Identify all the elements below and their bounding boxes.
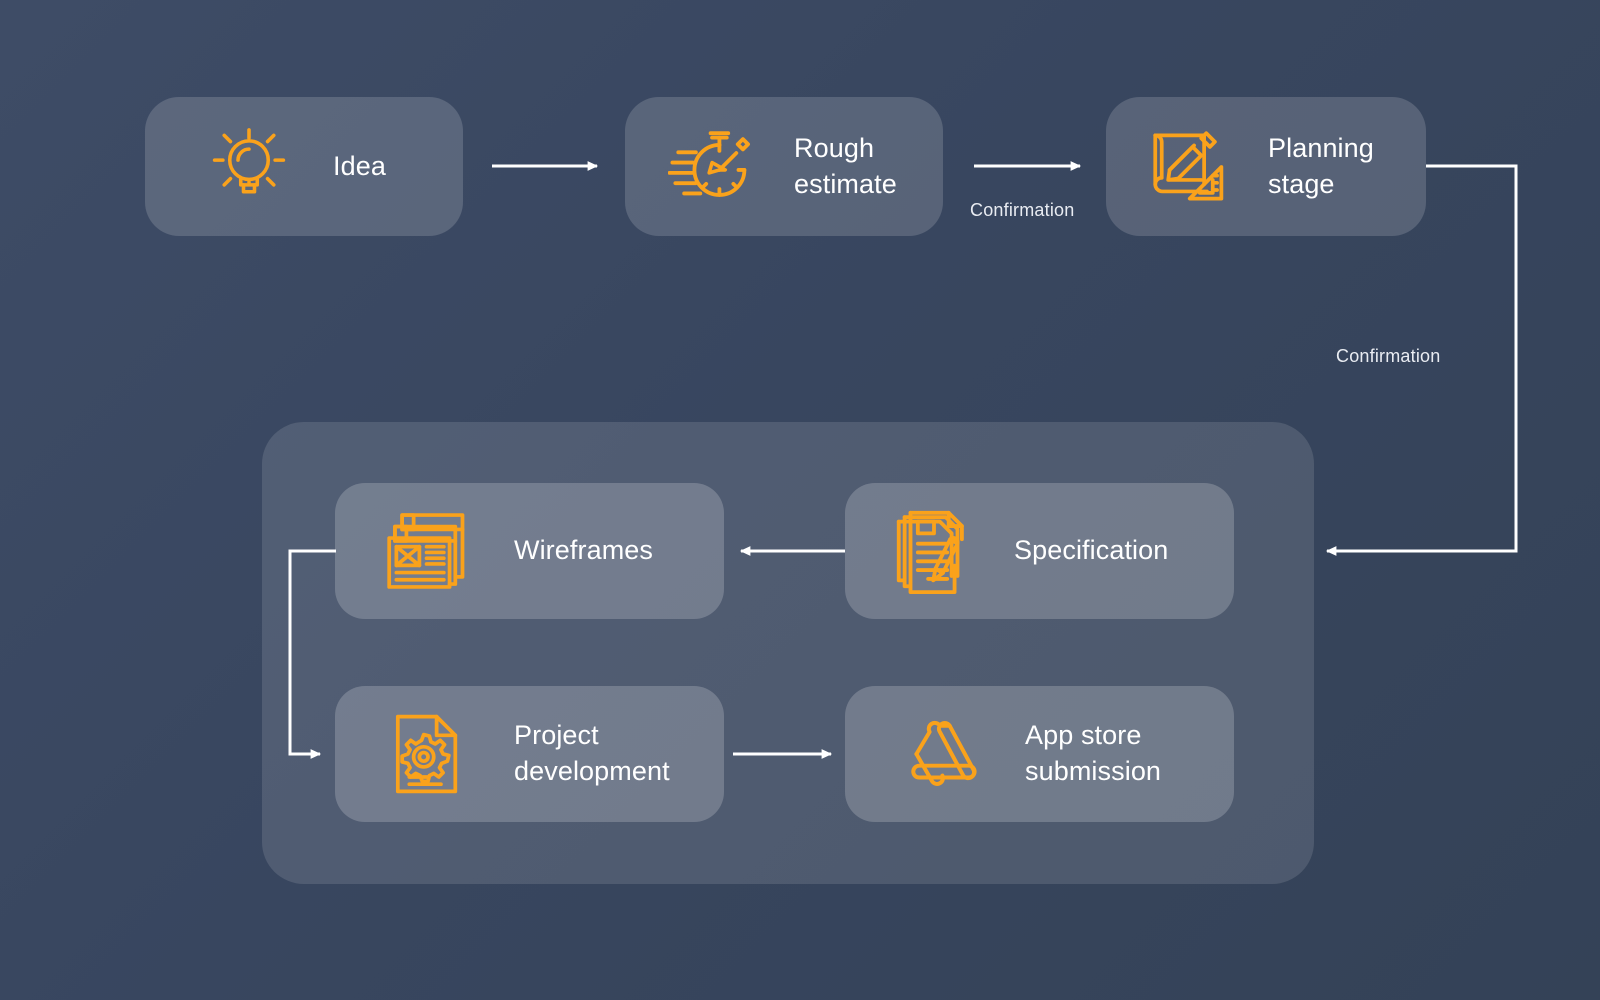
edge-label-confirmation-2: Confirmation [1336, 346, 1441, 366]
document-pen-icon [896, 510, 964, 595]
lightbulb-icon [212, 127, 286, 194]
node-project-development-label: Project development [514, 720, 670, 786]
node-project-development[interactable]: Project development [335, 686, 724, 822]
app-store-icon [911, 720, 977, 786]
node-wireframes[interactable]: Wireframes [335, 483, 724, 619]
node-rough-estimate[interactable]: Rough estimate [625, 97, 943, 236]
node-app-store-submission-label: App store submission [1025, 720, 1162, 786]
diagram-canvas: Confirmation Confirmation Idea Rough est… [0, 0, 1600, 1000]
node-specification[interactable]: Specification [845, 483, 1234, 619]
document-gear-icon [395, 714, 458, 794]
wireframe-layout-icon [387, 513, 465, 589]
blueprint-pencil-ruler-icon [1153, 130, 1224, 200]
node-planning-stage[interactable]: Planning stage [1106, 97, 1426, 236]
node-rough-estimate-label: Rough estimate [794, 132, 897, 199]
node-specification-label: Specification [1014, 535, 1169, 566]
node-app-store-submission[interactable]: App store submission [845, 686, 1234, 822]
edge-label-confirmation-1: Confirmation [970, 200, 1075, 220]
node-idea-label: Idea [333, 150, 386, 181]
node-planning-stage-label: Planning stage [1268, 132, 1374, 199]
stopwatch-icon [668, 130, 750, 197]
node-wireframes-label: Wireframes [514, 535, 654, 566]
node-idea[interactable]: Idea [145, 97, 463, 236]
